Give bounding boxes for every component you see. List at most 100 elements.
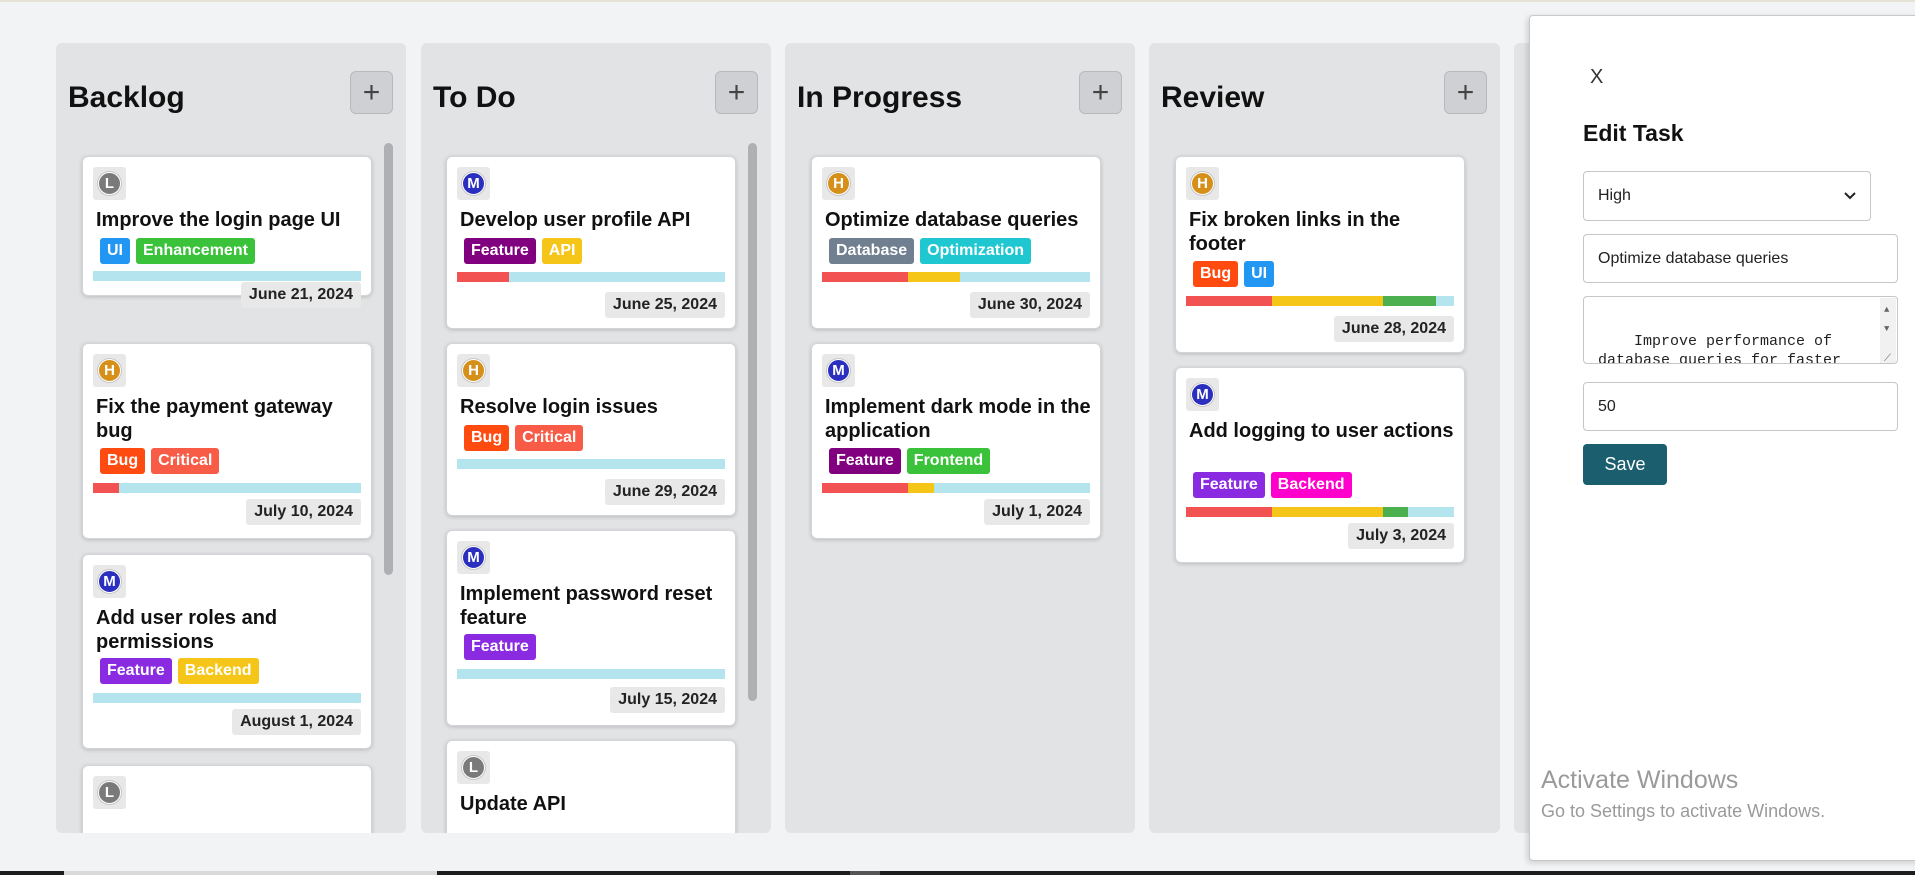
task-card[interactable]: H Resolve login issues Bug Critical June…: [446, 343, 736, 516]
textarea-scrollbar[interactable]: ▲ ▼ ⟋: [1880, 298, 1896, 363]
tag: Bug: [464, 425, 510, 451]
tag-list: Feature Backend: [1193, 472, 1352, 498]
card-title: Update API: [460, 793, 566, 815]
task-title-input[interactable]: Optimize database queries: [1583, 234, 1898, 283]
description-text: Improve performance of database queries …: [1598, 333, 1842, 364]
progress-bar: [93, 693, 361, 703]
avatar: L: [93, 167, 126, 200]
column-review: Review + H Fix broken links in the foote…: [1149, 43, 1500, 833]
task-card[interactable]: L Update API: [446, 740, 736, 833]
due-date: June 21, 2024: [240, 282, 361, 308]
task-card[interactable]: L Improve the login page UI UI Enhanceme…: [82, 156, 372, 308]
priority-select[interactable]: High: [1583, 171, 1871, 221]
tag-list: Bug Critical: [100, 448, 220, 474]
task-card[interactable]: M Implement dark mode in the application…: [811, 343, 1101, 539]
task-card[interactable]: H Fix the payment gateway bug Bug Critic…: [82, 343, 372, 539]
tag: Bug: [1193, 261, 1239, 287]
tag-list: Feature Backend: [100, 658, 259, 684]
add-task-button[interactable]: +: [715, 71, 758, 114]
card-title: Implement password reset feature: [460, 583, 713, 629]
tag-list: Bug Critical: [464, 425, 584, 451]
add-task-button[interactable]: +: [1079, 71, 1122, 114]
avatar-initial: M: [98, 570, 121, 593]
activate-windows-watermark: Activate Windows Go to Settings to activ…: [1541, 766, 1825, 822]
avatar: L: [93, 776, 126, 809]
edit-task-panel: X Edit Task High Optimize database queri…: [1529, 15, 1915, 861]
column-scrollbar[interactable]: [748, 143, 757, 701]
tag-list: Bug UI: [1193, 261, 1275, 287]
card-title: Add user roles and permissions: [96, 607, 278, 653]
avatar-initial: M: [462, 172, 485, 195]
avatar-initial: L: [98, 781, 121, 804]
task-card[interactable]: M Implement password reset feature Featu…: [446, 530, 736, 726]
tag: Optimization: [920, 238, 1032, 264]
progress-bar: [93, 483, 361, 493]
tag: Critical: [515, 425, 584, 451]
task-card[interactable]: M Add user roles and permissions Feature…: [82, 554, 372, 749]
progress-input[interactable]: 50: [1583, 382, 1898, 431]
due-date: August 1, 2024: [232, 709, 361, 735]
avatar: H: [1186, 167, 1219, 200]
progress-bar: [457, 669, 725, 679]
avatar-initial: M: [827, 359, 850, 382]
avatar-initial: M: [462, 546, 485, 569]
column-backlog: Backlog + L Improve the login page UI UI…: [56, 43, 406, 833]
avatar-initial: H: [1191, 172, 1214, 195]
tag: API: [541, 238, 583, 264]
card-title: Fix the payment gateway bug: [96, 396, 333, 442]
progress-bar: [822, 483, 1090, 493]
tag: UI: [100, 238, 130, 264]
avatar-initial: H: [827, 172, 850, 195]
tag: Backend: [177, 658, 259, 684]
column-title: In Progress: [797, 81, 963, 114]
add-task-button[interactable]: +: [350, 71, 393, 114]
due-date: June 30, 2024: [969, 292, 1090, 318]
due-date: June 25, 2024: [604, 292, 725, 318]
avatar-initial: M: [1191, 383, 1214, 406]
task-card[interactable]: H Optimize database queries Database Opt…: [811, 156, 1101, 329]
add-task-button[interactable]: +: [1444, 71, 1487, 114]
watermark-subtitle: Go to Settings to activate Windows.: [1541, 801, 1826, 821]
chevron-down-icon: [1844, 192, 1856, 200]
avatar-initial: L: [98, 172, 121, 195]
column-title: Review: [1161, 81, 1265, 114]
panel-title: Edit Task: [1583, 120, 1684, 146]
task-card[interactable]: M Add logging to user actions Feature Ba…: [1175, 367, 1465, 563]
column-todo: To Do + M Develop user profile API Featu…: [421, 43, 771, 833]
card-title: Fix broken links in the footer: [1189, 209, 1401, 255]
tag: Feature: [464, 238, 536, 264]
progress-bar: [822, 272, 1090, 282]
task-card[interactable]: L: [82, 765, 372, 833]
column-scrollbar[interactable]: [384, 143, 393, 575]
close-button[interactable]: X: [1590, 66, 1603, 89]
task-card[interactable]: M Develop user profile API Feature API J…: [446, 156, 736, 329]
due-date: June 28, 2024: [1333, 316, 1454, 342]
avatar: H: [457, 354, 490, 387]
tag: Enhancement: [136, 238, 255, 264]
description-textarea[interactable]: Improve performance of database queries …: [1583, 296, 1898, 364]
save-button[interactable]: Save: [1583, 444, 1667, 485]
due-date: July 15, 2024: [610, 687, 725, 713]
tag: UI: [1244, 261, 1275, 287]
scroll-down-icon[interactable]: ▼: [1884, 320, 1889, 339]
scroll-up-icon[interactable]: ▲: [1884, 301, 1889, 320]
tag: Feature: [464, 634, 536, 660]
due-date: July 1, 2024: [984, 499, 1090, 525]
column-title: Backlog: [68, 81, 185, 114]
progress-bar: [1186, 296, 1454, 306]
avatar: H: [822, 167, 855, 200]
task-card[interactable]: H Fix broken links in the footer Bug UI …: [1175, 156, 1465, 353]
due-date: July 10, 2024: [246, 499, 361, 525]
progress-bar: [1186, 507, 1454, 517]
card-title: Add logging to user actions: [1189, 420, 1454, 442]
tag: Feature: [829, 448, 901, 474]
column-in-progress: In Progress + H Optimize database querie…: [785, 43, 1135, 833]
avatar-initial: L: [462, 756, 485, 779]
avatar: M: [457, 541, 490, 574]
tag: Frontend: [906, 448, 991, 474]
priority-value: High: [1598, 187, 1631, 204]
resize-handle-icon[interactable]: ⟋: [1884, 350, 1891, 363]
tag: Backend: [1270, 472, 1352, 498]
card-title: Develop user profile API: [460, 209, 691, 231]
due-date: July 3, 2024: [1348, 523, 1454, 549]
